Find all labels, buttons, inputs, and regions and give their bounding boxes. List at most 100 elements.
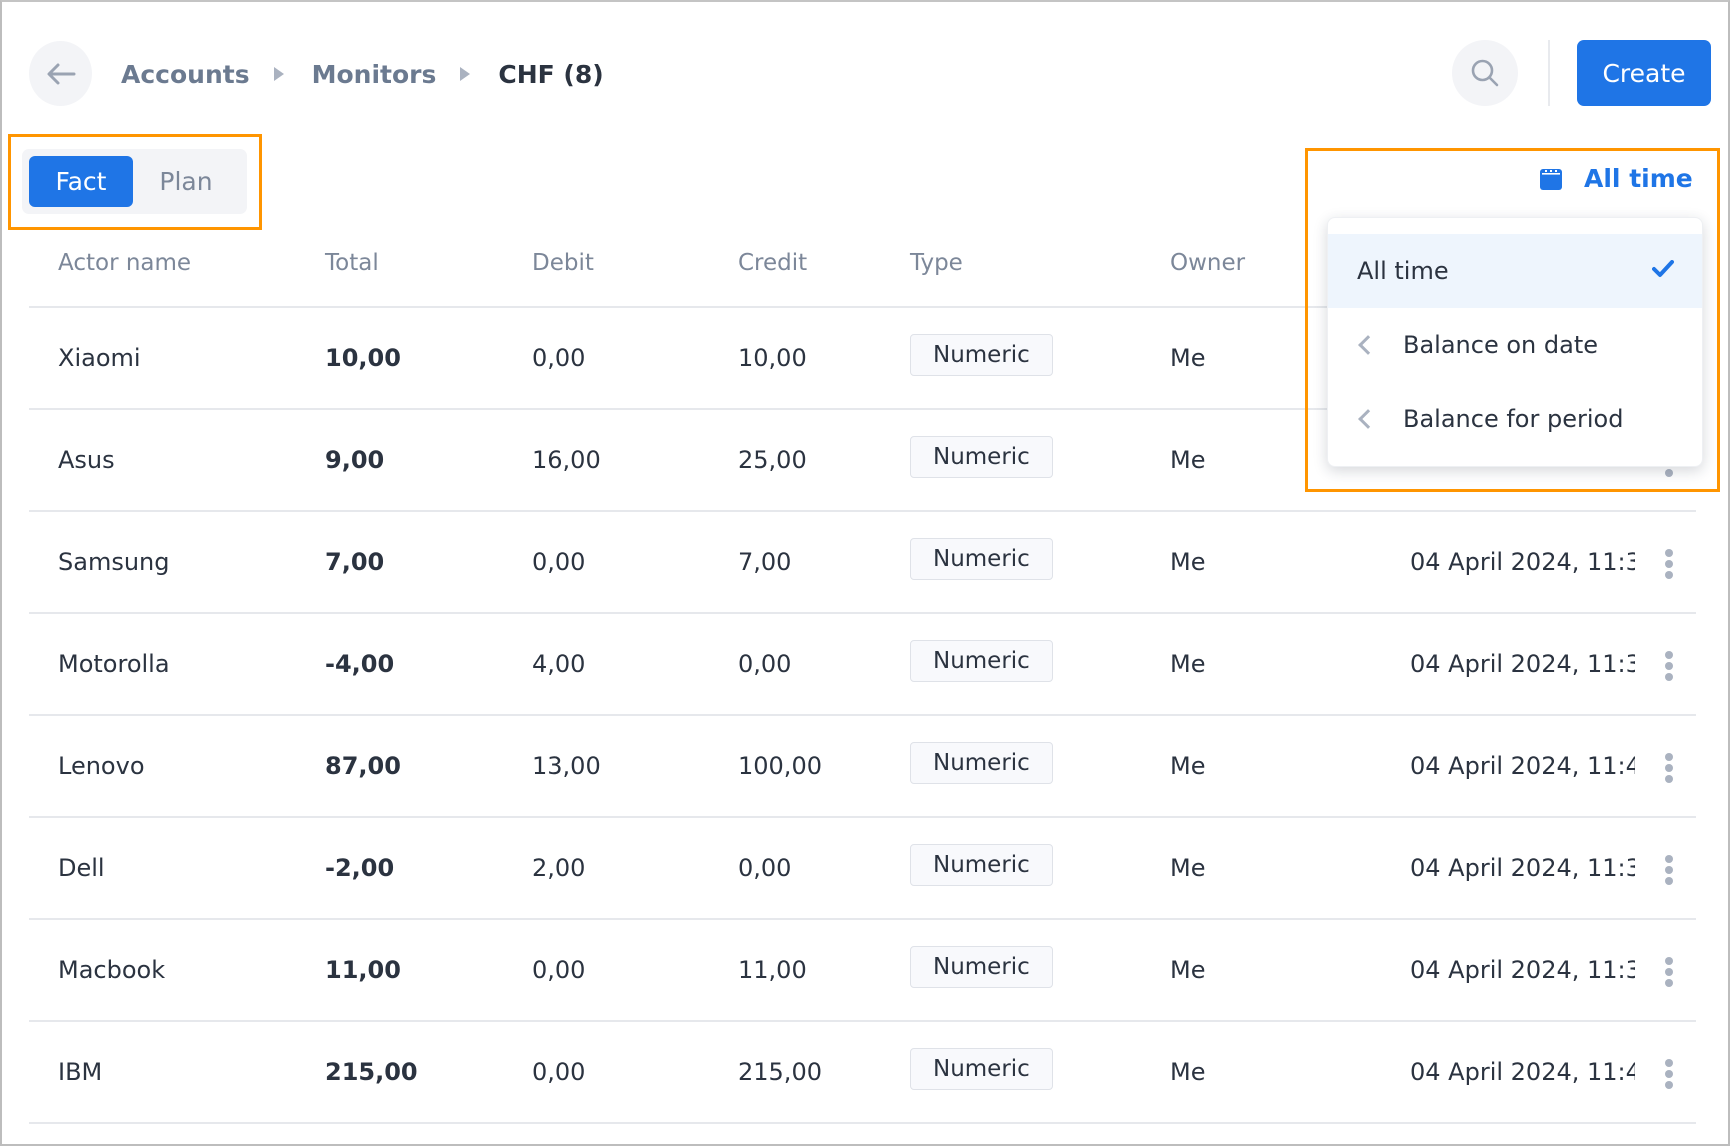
chevron-left-icon xyxy=(1358,409,1378,429)
cell-owner: Me xyxy=(1170,1058,1206,1086)
type-badge: Numeric xyxy=(910,1048,1053,1090)
period-dropdown: All time Balance on date Balance for per… xyxy=(1327,217,1703,467)
cell-credit: 7,00 xyxy=(738,548,792,576)
row-menu-kebab-icon[interactable] xyxy=(1659,957,1679,987)
type-badge: Numeric xyxy=(910,640,1053,682)
cell-credit: 100,00 xyxy=(738,752,822,780)
cell-type: Numeric xyxy=(910,410,1053,510)
period-option-label: Balance for period xyxy=(1403,405,1624,433)
column-header-total[interactable]: Total xyxy=(325,250,379,276)
row-menu-kebab-icon[interactable] xyxy=(1659,753,1679,783)
row-menu-kebab-icon[interactable] xyxy=(1659,1059,1679,1089)
cell-credit: 0,00 xyxy=(738,650,792,678)
toggle-plan[interactable]: Plan xyxy=(133,156,239,207)
cell-total: -2,00 xyxy=(325,854,395,882)
breadcrumb: Accounts Monitors CHF (8) xyxy=(121,56,604,92)
calendar-icon xyxy=(1540,168,1562,190)
breadcrumb-accounts[interactable]: Accounts xyxy=(121,60,250,89)
cell-actor-name: Lenovo xyxy=(58,752,145,780)
cell-owner: Me xyxy=(1170,854,1206,882)
cell-debit: 2,00 xyxy=(532,854,586,882)
cell-total: 11,00 xyxy=(325,956,401,984)
arrow-left-icon xyxy=(47,63,75,84)
cell-owner: Me xyxy=(1170,650,1206,678)
cell-date: 04 April 2024, 11:40 xyxy=(1410,752,1635,780)
cell-date: 04 April 2024, 11:38 xyxy=(1410,548,1635,576)
column-header-owner[interactable]: Owner xyxy=(1170,250,1245,276)
cell-debit: 16,00 xyxy=(532,446,601,474)
type-badge: Numeric xyxy=(910,334,1053,376)
cell-actor-name: Motorolla xyxy=(58,650,170,678)
chevron-left-icon xyxy=(1358,335,1378,355)
row-menu-kebab-icon[interactable] xyxy=(1659,855,1679,885)
cell-credit: 11,00 xyxy=(738,956,807,984)
header-divider xyxy=(1548,40,1550,106)
cell-type: Numeric xyxy=(910,818,1053,918)
table-row[interactable]: IBM 215,00 0,00 215,00 Numeric Me 04 April 202… xyxy=(29,1022,1696,1124)
period-selector[interactable]: All time xyxy=(1540,164,1693,193)
cell-credit: 10,00 xyxy=(738,344,807,372)
period-option-all-time[interactable]: All time xyxy=(1328,234,1702,308)
cell-actor-name: Macbook xyxy=(58,956,166,984)
cell-actor-name: Dell xyxy=(58,854,105,882)
cell-actor-name: IBM xyxy=(58,1058,103,1086)
period-option-balance-for-period[interactable]: Balance for period xyxy=(1328,382,1702,456)
type-badge: Numeric xyxy=(910,844,1053,886)
cell-type: Numeric xyxy=(910,308,1053,408)
row-menu-kebab-icon[interactable] xyxy=(1659,549,1679,579)
cell-credit: 215,00 xyxy=(738,1058,822,1086)
create-button[interactable]: Create xyxy=(1577,40,1711,106)
breadcrumb-current: CHF (8) xyxy=(498,59,604,89)
type-badge: Numeric xyxy=(910,742,1053,784)
cell-debit: 0,00 xyxy=(532,1058,586,1086)
cell-actor-name: Asus xyxy=(58,446,115,474)
table-row[interactable]: Lenovo 87,00 13,00 100,00 Numeric Me 04 April … xyxy=(29,716,1696,818)
cell-owner: Me xyxy=(1170,956,1206,984)
fact-plan-toggle: Fact Plan xyxy=(22,149,247,214)
cell-total: 87,00 xyxy=(325,752,401,780)
cell-debit: 0,00 xyxy=(532,344,586,372)
cell-date: 04 April 2024, 11:43 xyxy=(1410,1058,1635,1086)
table-row[interactable]: Dell -2,00 2,00 0,00 Numeric Me 04 April 2024,… xyxy=(29,818,1696,920)
cell-date: 04 April 2024, 11:38 xyxy=(1410,956,1635,984)
cell-total: 10,00 xyxy=(325,344,401,372)
table-row[interactable]: Samsung 7,00 0,00 7,00 Numeric Me 04 April 202… xyxy=(29,512,1696,614)
cell-total: 9,00 xyxy=(325,446,385,474)
cell-date: 04 April 2024, 11:37 xyxy=(1410,854,1635,882)
row-menu-kebab-icon[interactable] xyxy=(1659,651,1679,681)
column-header-debit[interactable]: Debit xyxy=(532,250,594,276)
cell-total: 7,00 xyxy=(325,548,385,576)
cell-type: Numeric xyxy=(910,614,1053,714)
cell-date: 04 April 2024, 11:39 xyxy=(1410,650,1635,678)
breadcrumb-separator-icon xyxy=(273,67,284,81)
period-option-label: Balance on date xyxy=(1403,331,1598,359)
breadcrumb-monitors[interactable]: Monitors xyxy=(312,60,437,89)
cell-debit: 0,00 xyxy=(532,548,586,576)
table-row[interactable]: Macbook 11,00 0,00 11,00 Numeric Me 04 April 2… xyxy=(29,920,1696,1022)
search-button[interactable] xyxy=(1452,40,1518,106)
cell-type: Numeric xyxy=(910,716,1053,816)
period-option-label: All time xyxy=(1357,257,1449,285)
table-row[interactable]: Motorolla -4,00 4,00 0,00 Numeric Me 04 April … xyxy=(29,614,1696,716)
cell-type: Numeric xyxy=(910,512,1053,612)
column-header-actor-name[interactable]: Actor name xyxy=(58,250,191,276)
cell-actor-name: Samsung xyxy=(58,548,170,576)
cell-owner: Me xyxy=(1170,446,1206,474)
cell-type: Numeric xyxy=(910,1022,1053,1122)
column-header-type[interactable]: Type xyxy=(910,250,963,276)
period-label: All time xyxy=(1584,164,1693,193)
toggle-fact[interactable]: Fact xyxy=(29,156,133,207)
search-icon xyxy=(1471,59,1499,87)
check-icon xyxy=(1652,260,1674,277)
back-button[interactable] xyxy=(29,41,92,106)
cell-actor-name: Xiaomi xyxy=(58,344,141,372)
cell-debit: 13,00 xyxy=(532,752,601,780)
type-badge: Numeric xyxy=(910,946,1053,988)
period-option-balance-on-date[interactable]: Balance on date xyxy=(1328,308,1702,382)
cell-owner: Me xyxy=(1170,752,1206,780)
cell-owner: Me xyxy=(1170,344,1206,372)
cell-debit: 0,00 xyxy=(532,956,586,984)
cell-owner: Me xyxy=(1170,548,1206,576)
cell-type: Numeric xyxy=(910,920,1053,1020)
column-header-credit[interactable]: Credit xyxy=(738,250,807,276)
